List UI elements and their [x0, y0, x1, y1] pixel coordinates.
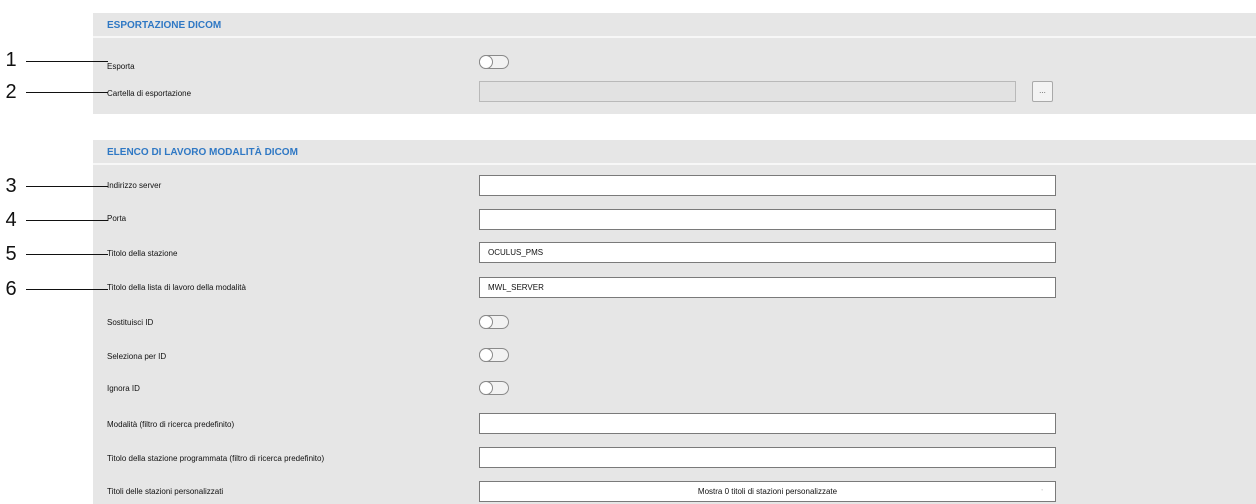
callout-1: 1 [5, 49, 17, 71]
replace-id-toggle[interactable] [479, 315, 509, 329]
browse-folder-button[interactable]: ... [1032, 81, 1053, 102]
callout-6: 6 [5, 278, 17, 300]
replace-id-label: Sostituisci ID [107, 318, 154, 327]
select-by-id-toggle[interactable] [479, 348, 509, 362]
custom-station-titles-button[interactable]: Mostra 0 titoli di stazioni personalizza… [479, 481, 1056, 502]
callout-5: 5 [5, 243, 17, 265]
worklist-panel: ELENCO DI LAVORO MODALITÀ DICOM Indirizz… [93, 140, 1256, 504]
server-address-label: Indirizzo server [107, 181, 162, 190]
export-toggle-knob [479, 55, 493, 69]
ignore-id-toggle-knob [479, 381, 493, 395]
station-title-input[interactable]: OCULUS_PMS [479, 242, 1056, 263]
select-by-id-label: Seleziona per ID [107, 352, 167, 361]
export-toggle[interactable] [479, 55, 509, 69]
callout-4: 4 [5, 209, 17, 231]
scheduled-station-title-label: Titolo della stazione programmata (filtr… [107, 454, 325, 463]
replace-id-toggle-knob [479, 315, 493, 329]
export-folder-field[interactable] [479, 81, 1016, 102]
modality-filter-input[interactable] [479, 413, 1056, 434]
export-label: Esporta [107, 62, 135, 71]
callout-line-3 [26, 186, 108, 187]
custom-station-titles-text: Mostra 0 titoli di stazioni personalizza… [697, 487, 838, 496]
modality-worklist-title-input[interactable]: MWL_SERVER [479, 277, 1056, 298]
export-folder-label: Cartella di esportazione [107, 89, 192, 98]
callout-2: 2 [5, 81, 17, 103]
callout-line-2 [26, 92, 108, 93]
ignore-id-toggle[interactable] [479, 381, 509, 395]
scheduled-station-title-input[interactable] [479, 447, 1056, 468]
caret-icon: ‧ [1041, 488, 1043, 494]
select-by-id-toggle-knob [479, 348, 493, 362]
export-panel: ESPORTAZIONE DICOM Esporta Cartella di e… [93, 13, 1256, 114]
export-panel-title: ESPORTAZIONE DICOM [93, 13, 1256, 38]
worklist-panel-title: ELENCO DI LAVORO MODALITÀ DICOM [93, 140, 1256, 165]
custom-station-titles-label: Titoli delle stazioni personalizzati [107, 487, 224, 496]
ignore-id-label: Ignora ID [107, 384, 140, 393]
modality-worklist-title-label: Titolo della lista di lavoro della modal… [107, 283, 246, 292]
server-address-input[interactable] [479, 175, 1056, 196]
port-label: Porta [107, 214, 127, 223]
modality-filter-label: Modalità (filtro di ricerca predefinito) [107, 420, 235, 429]
callout-line-6 [26, 289, 108, 290]
callout-line-1 [26, 61, 108, 62]
port-input[interactable] [479, 209, 1056, 230]
callout-line-4 [26, 220, 108, 221]
callout-3: 3 [5, 175, 17, 197]
station-title-label: Titolo della stazione [107, 249, 178, 258]
callout-line-5 [26, 254, 108, 255]
